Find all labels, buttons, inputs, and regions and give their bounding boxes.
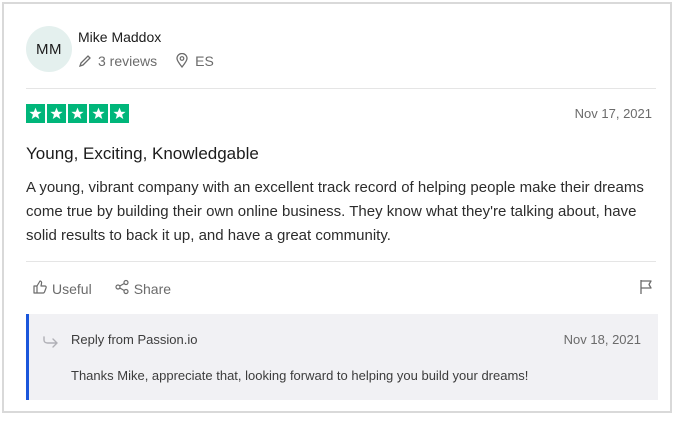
reply-date: Nov 18, 2021 <box>563 332 641 347</box>
flag-icon[interactable] <box>638 278 654 296</box>
useful-button[interactable]: Useful <box>32 279 92 298</box>
avatar[interactable]: MM <box>26 26 72 72</box>
divider <box>26 88 656 89</box>
star-icon <box>68 104 87 123</box>
reviewer-meta: 3 reviews ES <box>78 53 232 69</box>
review-actions: Useful Share <box>32 279 171 298</box>
country-code: ES <box>195 53 214 69</box>
reviewer-name[interactable]: Mike Maddox <box>78 29 161 45</box>
review-body: A young, vibrant company with an excelle… <box>26 179 644 244</box>
reply-arrow-icon <box>42 334 60 348</box>
avatar-initials: MM <box>36 40 62 58</box>
reviews-count: 3 reviews <box>98 53 158 69</box>
star-rating <box>26 104 129 123</box>
share-label: Share <box>133 280 172 297</box>
share-button[interactable]: Share <box>114 279 171 298</box>
share-icon <box>114 279 130 298</box>
star-icon <box>47 104 66 123</box>
country-group: ES <box>175 53 214 69</box>
star-icon <box>89 104 108 123</box>
divider <box>26 261 656 262</box>
reply-text: Thanks Mike, appreciate that, looking fo… <box>71 368 529 383</box>
thumbs-up-icon <box>32 279 48 298</box>
reply-from: Reply from Passion.io <box>71 332 198 347</box>
pencil-icon <box>78 53 92 69</box>
review-date: Nov 17, 2021 <box>574 106 652 121</box>
star-icon <box>26 104 45 123</box>
review-title[interactable]: Young, Exciting, Knowledgable <box>26 144 259 164</box>
star-icon <box>110 104 129 123</box>
review-card: MM Mike Maddox 3 reviews ES Nov 17, 2021… <box>2 2 672 413</box>
location-pin-icon <box>175 53 189 69</box>
company-reply: Reply from Passion.io Nov 18, 2021 Thank… <box>26 314 658 400</box>
reviews-count-group: 3 reviews <box>78 53 157 69</box>
useful-label: Useful <box>52 280 92 297</box>
